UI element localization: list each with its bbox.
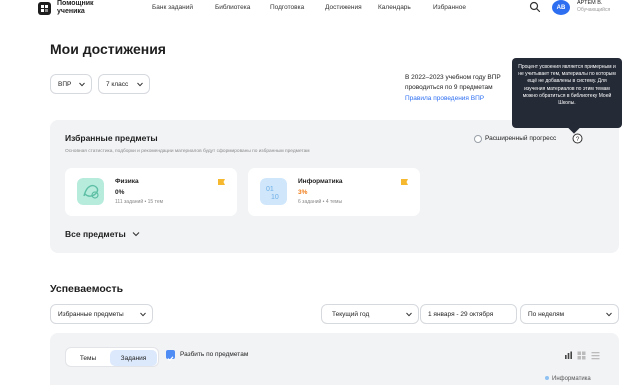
tab-topics[interactable]: Темы xyxy=(68,350,108,366)
all-subjects-toggle[interactable]: Все предметы xyxy=(65,229,126,239)
search-icon[interactable] xyxy=(529,1,541,13)
nav-item-library[interactable]: Библиотека xyxy=(215,4,250,11)
nav-item-calendar[interactable]: Календарь xyxy=(378,4,411,11)
tab-tasks[interactable]: Задания xyxy=(110,350,157,366)
subject-name: Информатика xyxy=(298,178,343,185)
subject-percent: 3% xyxy=(298,189,308,196)
chevron-down-icon xyxy=(79,82,85,87)
legend-dot-icon xyxy=(545,376,549,381)
split-by-subjects-checkbox[interactable] xyxy=(166,350,175,362)
subject-meta: 111 заданий • 15 тем xyxy=(115,199,164,205)
table-icon[interactable] xyxy=(591,351,600,360)
chevron-down-icon xyxy=(606,312,612,317)
nav-item-task-bank[interactable]: Банк заданий xyxy=(152,4,193,11)
nav-item-achievements[interactable]: Достижения xyxy=(325,4,362,11)
subject-card-informatics[interactable]: 01 10 Информатика 3% 6 заданий • 4 темы xyxy=(248,168,420,216)
subject-percent: 0% xyxy=(115,189,125,196)
grid-icon[interactable] xyxy=(577,351,586,360)
subjects-filter-value: Избранные предметы xyxy=(58,310,124,318)
date-range-value: 1 января - 29 октября xyxy=(428,310,494,318)
logo-icon[interactable] xyxy=(38,2,51,15)
favorites-title: Избранные предметы xyxy=(65,133,158,143)
exam-select[interactable]: ВПР xyxy=(50,74,92,94)
informatics-icon: 01 10 xyxy=(260,178,287,205)
chevron-down-icon xyxy=(137,82,143,87)
favorites-description: Основная статистика, подборки и рекоменд… xyxy=(65,149,310,154)
help-icon[interactable]: ? xyxy=(572,133,583,144)
svg-text:10: 10 xyxy=(271,194,279,201)
avatar[interactable]: АВ xyxy=(552,0,570,15)
extended-progress-toggle[interactable] xyxy=(474,135,482,143)
flag-icon[interactable] xyxy=(218,179,225,185)
svg-text:?: ? xyxy=(576,136,580,143)
logo-text[interactable]: Помощник ученика xyxy=(57,0,94,16)
split-by-subjects-label[interactable]: Разбить по предметам xyxy=(180,351,248,358)
physics-icon xyxy=(77,178,104,205)
subject-meta: 6 заданий • 4 темы xyxy=(298,199,343,205)
exam-rules-link[interactable]: Правила проведения ВПР xyxy=(405,95,484,102)
date-range-field[interactable]: 1 января - 29 октября xyxy=(420,304,517,324)
period-select[interactable]: Текущий год xyxy=(321,304,419,324)
flag-icon[interactable] xyxy=(401,179,408,185)
subjects-filter-select[interactable]: Избранные предметы xyxy=(50,304,153,324)
performance-title: Успеваемость xyxy=(50,283,124,295)
exam-select-value: ВПР xyxy=(58,80,72,88)
grade-select[interactable]: 7 класс xyxy=(98,74,150,94)
page-title: Мои достижения xyxy=(50,41,166,57)
user-role: Обучающийся xyxy=(577,7,611,13)
svg-text:01: 01 xyxy=(266,186,274,193)
logo-line-2: ученика xyxy=(57,8,85,15)
chart-legend-item: Информатика xyxy=(545,376,591,382)
period-select-value: Текущий год xyxy=(332,310,370,318)
grade-select-value: 7 класс xyxy=(106,80,129,88)
subject-name: Физика xyxy=(115,178,139,185)
view-tabs: Темы Задания xyxy=(65,347,159,367)
subject-card-physics[interactable]: Физика 0% 111 заданий • 15 тем xyxy=(65,168,237,216)
nav-item-preparation[interactable]: Подготовка xyxy=(270,4,304,11)
check-icon xyxy=(167,356,174,362)
exam-info-text: В 2022–2023 учебном году ВПР проводиться… xyxy=(405,74,501,91)
user-name[interactable]: АРТЕМ В. xyxy=(577,0,602,6)
top-header: Помощник ученика Банк заданий Библиотека… xyxy=(0,0,633,22)
grouping-select[interactable]: По неделям xyxy=(520,304,619,324)
chevron-down-icon xyxy=(406,312,412,317)
logo-line-1: Помощник xyxy=(57,0,94,7)
chevron-down-icon[interactable] xyxy=(132,230,140,238)
chevron-down-icon xyxy=(140,312,146,317)
extended-progress-label[interactable]: Расширенный прогресс xyxy=(485,135,556,142)
progress-tooltip: Процент усвоения является примерным и не… xyxy=(512,58,622,128)
grouping-select-value: По неделям xyxy=(528,310,565,318)
legend-label: Информатика xyxy=(552,376,591,382)
bar-chart-icon[interactable] xyxy=(564,351,573,360)
nav-item-favorites[interactable]: Избранное xyxy=(433,4,466,11)
